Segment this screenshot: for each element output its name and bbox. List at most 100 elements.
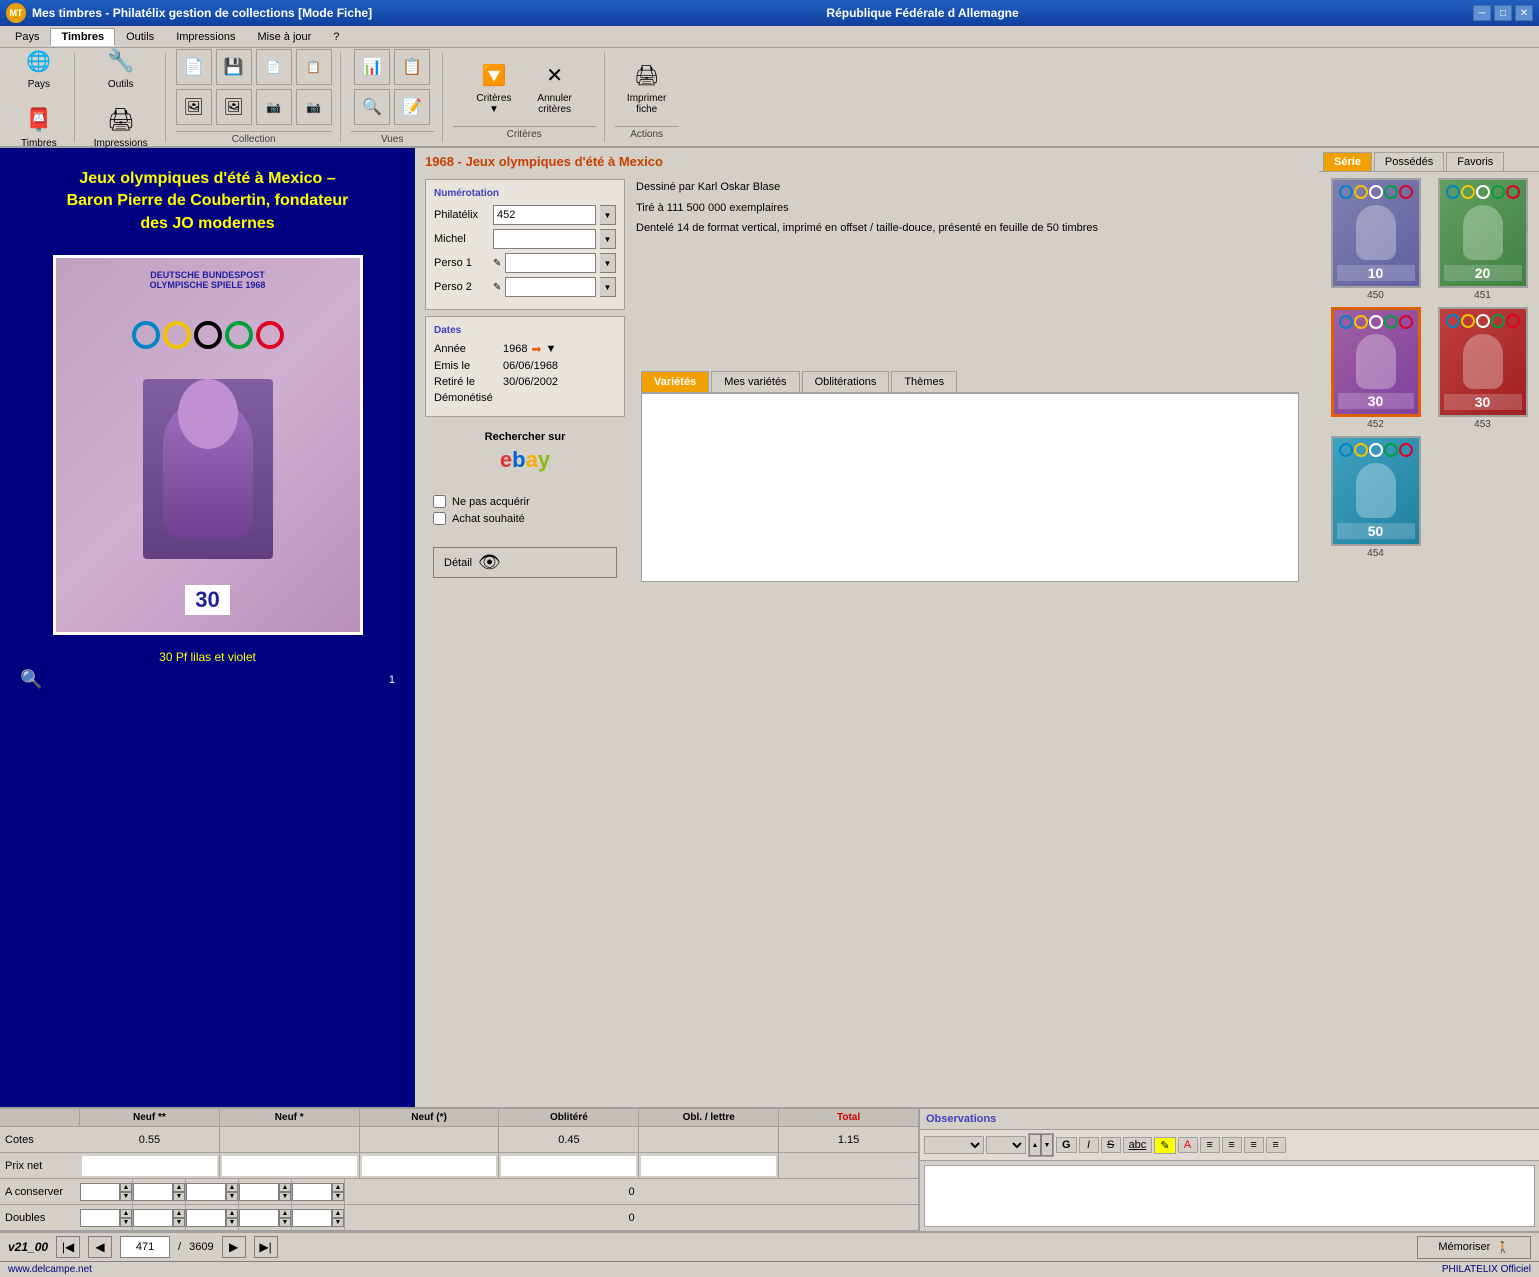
tab-favoris[interactable]: Favoris (1446, 152, 1504, 171)
color-button[interactable]: A (1178, 1137, 1198, 1153)
dn1-up[interactable]: ▲ (173, 1209, 185, 1218)
annee-arrow[interactable]: ➡ (531, 342, 541, 356)
michel-dropdown[interactable]: ▼ (600, 229, 616, 249)
thumb-454[interactable]: 50 454 (1325, 436, 1426, 559)
dol-down[interactable]: ▼ (332, 1218, 344, 1227)
perso2-dropdown[interactable]: ▼ (600, 277, 616, 297)
dn0-down[interactable]: ▼ (226, 1218, 238, 1227)
dol-up[interactable]: ▲ (332, 1209, 344, 1218)
conserver-neuf2-down[interactable]: ▼ (120, 1192, 132, 1201)
collection-btn3[interactable]: 📄 (256, 49, 292, 85)
dn0-up[interactable]: ▲ (226, 1209, 238, 1218)
bold-button[interactable]: G (1056, 1137, 1077, 1153)
highlight-button[interactable]: ✎ (1154, 1137, 1175, 1154)
minimize-button[interactable]: ─ (1473, 5, 1491, 21)
thumb-451[interactable]: 20 451 (1432, 178, 1533, 301)
col-up[interactable]: ▲ (332, 1183, 344, 1192)
tab-mes-varietes[interactable]: Mes variétés (711, 371, 799, 392)
menu-maj[interactable]: Mise à jour (246, 28, 322, 46)
obs-textarea-input[interactable] (925, 1166, 1534, 1226)
justify-button[interactable]: ≡ (1266, 1137, 1286, 1153)
tab-serie[interactable]: Série (1323, 152, 1372, 171)
maximize-button[interactable]: □ (1494, 5, 1512, 21)
prixnet-obl-lettre-input[interactable] (641, 1156, 776, 1176)
italic-button[interactable]: I (1079, 1137, 1099, 1153)
cn0-down[interactable]: ▼ (226, 1192, 238, 1201)
achat-souhaite-checkbox[interactable] (433, 512, 446, 525)
menu-help[interactable]: ? (322, 28, 350, 46)
align-center-button[interactable]: ≡ (1222, 1137, 1242, 1153)
close-button[interactable]: ✕ (1515, 5, 1533, 21)
perso2-edit-icon[interactable]: ✎ (493, 282, 501, 293)
vues-btn4[interactable]: 📝 (394, 89, 430, 125)
prixnet-neuf0-input[interactable] (362, 1156, 497, 1176)
conserver-neuf2-up[interactable]: ▲ (120, 1183, 132, 1192)
vues-btn3[interactable]: 🔍 (354, 89, 390, 125)
underline-button[interactable]: abc (1123, 1137, 1153, 1153)
dn2-up[interactable]: ▲ (120, 1209, 132, 1218)
align-left-button[interactable]: ≡ (1200, 1137, 1220, 1153)
perso1-input[interactable] (505, 253, 596, 273)
doubles-neuf0-input[interactable] (186, 1209, 226, 1227)
criteres-button[interactable]: 🔽 Critères▼ (467, 54, 520, 120)
conserver-obl-input[interactable] (239, 1183, 279, 1201)
vues-btn1[interactable]: 📊 (354, 49, 390, 85)
detail-button[interactable]: Détail 👁 (433, 547, 617, 578)
michel-input[interactable] (493, 229, 596, 249)
do-down[interactable]: ▼ (279, 1218, 291, 1227)
toolbar-timbres-button[interactable]: 📮 Timbres (12, 99, 66, 154)
ne-pas-acquerir-checkbox[interactable] (433, 495, 446, 508)
cn1-down[interactable]: ▼ (173, 1192, 185, 1201)
conserver-neuf0-input[interactable] (186, 1183, 226, 1201)
doubles-ol-input[interactable] (292, 1209, 332, 1227)
font-size-dropdown[interactable] (986, 1136, 1026, 1154)
zoom-button[interactable]: 🔍 (20, 669, 42, 690)
conserver-neuf1-input[interactable] (133, 1183, 173, 1201)
collection-btn2[interactable]: 💾 (216, 49, 252, 85)
align-right-button[interactable]: ≡ (1244, 1137, 1264, 1153)
strikethrough-button[interactable]: S (1101, 1137, 1121, 1153)
co-down[interactable]: ▼ (279, 1192, 291, 1201)
toolbar-pays-button[interactable]: 🌐 Pays (14, 40, 64, 95)
doubles-neuf2-input[interactable] (80, 1209, 120, 1227)
imprimer-button[interactable]: 🖨 Imprimerfiche (618, 54, 675, 120)
thumb-452[interactable]: 30 452 (1325, 307, 1426, 430)
doubles-neuf1-input[interactable] (133, 1209, 173, 1227)
vues-btn2[interactable]: 📋 (394, 49, 430, 85)
toolbar-impressions-button[interactable]: 🖨 Impressions (85, 99, 157, 154)
perso1-dropdown[interactable]: ▼ (600, 253, 616, 273)
annuler-criteres-button[interactable]: ✕ Annulercritères (528, 54, 580, 120)
nav-prev-button[interactable]: ◀ (88, 1236, 112, 1258)
collection-btn1[interactable]: 📄 (176, 49, 212, 85)
tab-obliterations[interactable]: Oblitérations (802, 371, 890, 392)
thumb-450[interactable]: 10 450 (1325, 178, 1426, 301)
font-family-dropdown[interactable] (924, 1136, 984, 1154)
do-up[interactable]: ▲ (279, 1209, 291, 1218)
cn1-up[interactable]: ▲ (173, 1183, 185, 1192)
collection-btn8[interactable]: 📷 (296, 89, 332, 125)
doubles-obl-input[interactable] (239, 1209, 279, 1227)
tab-varietes[interactable]: Variétés (641, 371, 709, 392)
nav-first-button[interactable]: |◀ (56, 1236, 80, 1258)
col-down[interactable]: ▼ (332, 1192, 344, 1201)
nav-next-button[interactable]: ▶ (222, 1236, 246, 1258)
thumb-453[interactable]: 30 453 (1432, 307, 1533, 430)
collection-btn4[interactable]: 📋 (296, 49, 332, 85)
toolbar-outils-button[interactable]: 🔧 Outils (96, 40, 146, 95)
co-up[interactable]: ▲ (279, 1183, 291, 1192)
nav-last-button[interactable]: ▶| (254, 1236, 278, 1258)
cn0-up[interactable]: ▲ (226, 1183, 238, 1192)
dn2-down[interactable]: ▼ (120, 1218, 132, 1227)
menu-impressions[interactable]: Impressions (165, 28, 246, 46)
conserver-ol-input[interactable] (292, 1183, 332, 1201)
prixnet-neuf2-input[interactable] (82, 1156, 217, 1176)
annee-dropdown-arrow[interactable]: ▼ (546, 343, 557, 355)
memoriser-button[interactable]: Mémoriser 🚶 (1417, 1236, 1531, 1259)
perso2-input[interactable] (505, 277, 596, 297)
perso1-edit-icon[interactable]: ✎ (493, 258, 501, 269)
collection-btn7[interactable]: 📷 (256, 89, 292, 125)
collection-btn6[interactable]: 🖼 (216, 89, 252, 125)
philatelix-input[interactable] (493, 205, 596, 225)
prixnet-neuf1-input[interactable] (222, 1156, 357, 1176)
prixnet-oblitere-input[interactable] (501, 1156, 636, 1176)
